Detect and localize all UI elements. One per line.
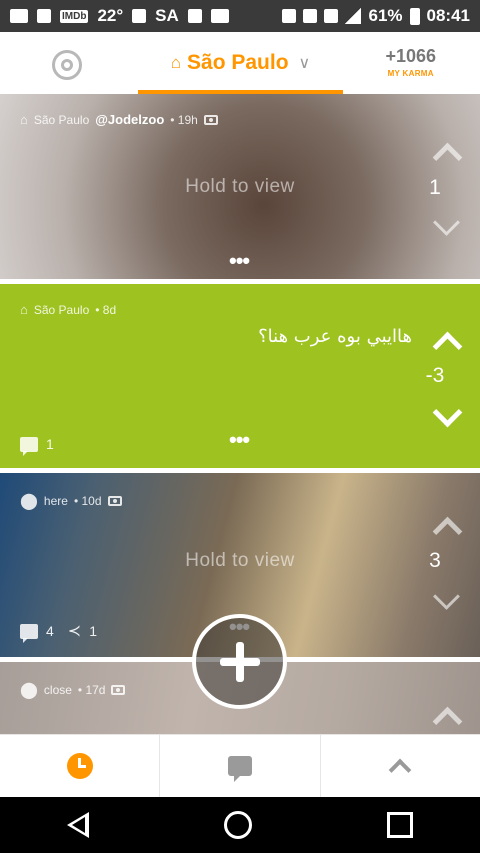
downvote-button[interactable]	[432, 593, 462, 611]
app-notification-icon	[187, 9, 202, 23]
hold-to-view-label[interactable]: Hold to view	[0, 550, 480, 572]
post-card[interactable]: ⌂ São Paulo • 8d هاايبي بوه عرب هنا؟ -3 …	[0, 284, 480, 468]
karma-value: +1066	[385, 46, 436, 66]
comment-icon[interactable]	[20, 436, 38, 456]
vote-count: 1	[429, 176, 441, 199]
karma-label: MY KARMA	[387, 69, 434, 78]
camera-icon	[203, 114, 218, 125]
downvote-button[interactable]	[432, 219, 462, 237]
post-meta: ⌂ São Paulo @Jodelzoo • 19h	[20, 112, 218, 127]
carrier-label: SA	[155, 6, 179, 25]
vote-count: -3	[425, 364, 445, 387]
post-location: São Paulo	[33, 302, 90, 317]
vote-count: 3	[429, 549, 441, 572]
camera-icon	[111, 685, 126, 695]
post-age: • 17d	[77, 683, 106, 697]
add-post-button[interactable]	[192, 614, 287, 709]
comment-icon[interactable]	[20, 623, 38, 643]
more-options-icon[interactable]: •••	[229, 427, 250, 453]
alarm-icon	[303, 9, 318, 23]
upvote-button[interactable]	[432, 704, 462, 722]
chat-icon	[227, 756, 252, 782]
post-text: هاايبي بوه عرب هنا؟	[258, 326, 412, 347]
comment-count: 4	[46, 623, 54, 639]
post-location: here	[43, 494, 68, 508]
recents-icon[interactable]	[386, 812, 413, 838]
location-pin-icon: ⬤	[20, 682, 38, 699]
clock-icon	[66, 753, 93, 779]
post-actions: 1	[20, 436, 54, 456]
channels-icon[interactable]	[52, 50, 82, 80]
upvote-button[interactable]	[432, 514, 462, 532]
voicemail-icon	[210, 9, 229, 23]
location-selector[interactable]: ⌂ São Paulo ∨	[138, 32, 343, 94]
post-actions: 4 ≺ 1	[20, 621, 97, 643]
tab-most-commented[interactable]	[159, 735, 319, 797]
downvote-button[interactable]	[432, 408, 462, 426]
post-age: • 19h	[170, 112, 198, 127]
post-age: • 10d	[73, 494, 102, 508]
comment-count: 1	[46, 436, 54, 452]
post-location: close	[43, 683, 72, 697]
camera-icon	[107, 496, 122, 506]
location-name: São Paulo	[187, 51, 289, 74]
home-circle-icon[interactable]	[223, 811, 252, 839]
post-meta: ⬤ close • 17d	[20, 680, 126, 700]
clock-time: 08:41	[426, 6, 470, 25]
status-bar: IMDb 22° SA 61% 08:41	[0, 0, 480, 32]
location-pin-icon: ⬤	[20, 493, 38, 510]
bottom-nav	[0, 734, 480, 797]
wifi-icon	[324, 9, 339, 23]
top-bar: ⌂ São Paulo ∨ +1066 MY KARMA	[0, 32, 480, 94]
share-count: 1	[89, 623, 97, 639]
nfc-icon	[282, 9, 297, 23]
post-card[interactable]: ⌂ São Paulo @Jodelzoo • 19h Hold to view…	[0, 94, 480, 279]
upvote-button[interactable]	[432, 329, 462, 347]
karma-button[interactable]: +1066 MY KARMA	[385, 46, 436, 78]
missed-call-icon	[37, 9, 51, 23]
share-icon[interactable]: ≺	[68, 621, 81, 641]
signal-icon	[345, 8, 362, 24]
home-icon: ⌂	[20, 302, 28, 317]
imdb-icon: IMDb	[60, 9, 89, 23]
post-age: • 8d	[95, 302, 117, 317]
satellite-icon	[132, 9, 147, 23]
post-location: São Paulo	[33, 112, 90, 127]
system-nav-bar	[0, 797, 480, 853]
back-icon[interactable]	[67, 812, 90, 838]
post-handle: @Jodelzoo	[95, 112, 165, 127]
upvote-button[interactable]	[432, 140, 462, 158]
chat-notification-icon	[10, 9, 28, 23]
post-meta: ⬤ here • 10d	[20, 491, 122, 511]
home-icon: ⌂	[20, 112, 28, 127]
post-meta: ⌂ São Paulo • 8d	[20, 302, 116, 317]
chevron-down-icon: ∨	[298, 55, 311, 72]
home-icon: ⌂	[170, 53, 182, 72]
battery-icon	[409, 7, 420, 25]
battery-percent: 61%	[368, 6, 403, 25]
temperature: 22°	[97, 6, 124, 25]
more-options-icon[interactable]: •••	[229, 248, 250, 274]
plus-icon	[219, 641, 260, 682]
chevron-up-icon	[388, 758, 412, 782]
tab-loudest[interactable]	[319, 735, 480, 797]
tab-newest[interactable]	[0, 735, 159, 797]
hold-to-view-label[interactable]: Hold to view	[0, 176, 480, 198]
